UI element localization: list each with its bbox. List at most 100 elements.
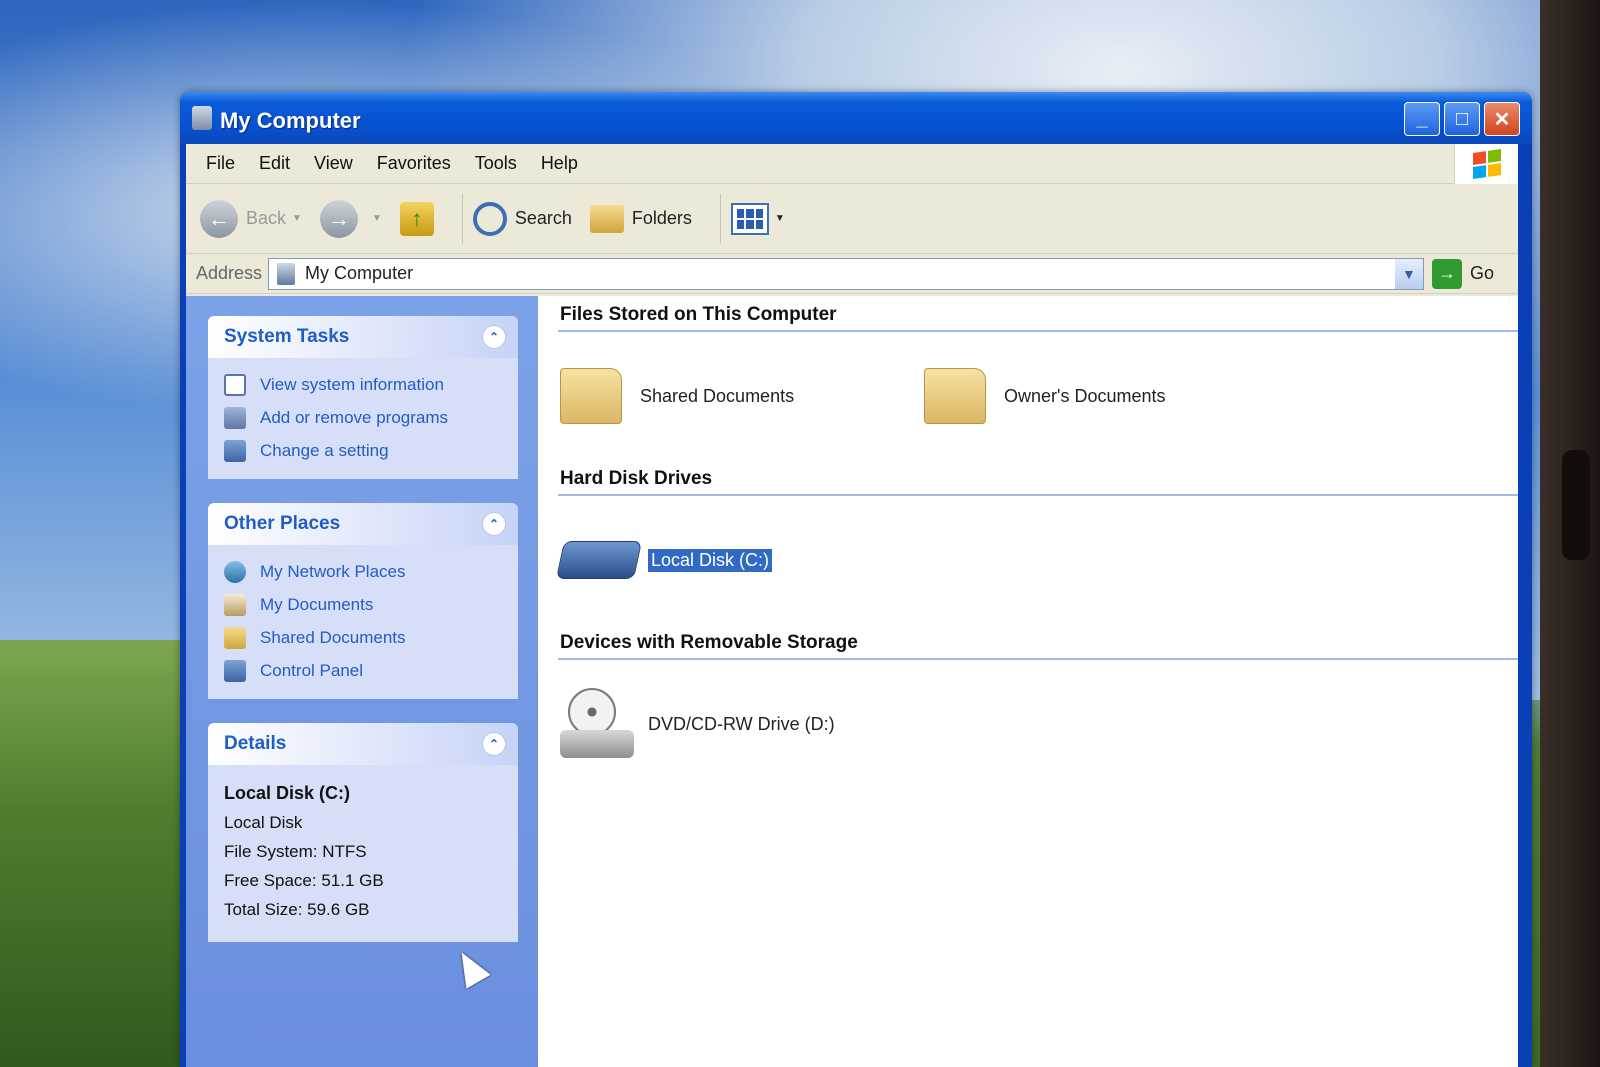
task-label: Change a setting <box>260 440 389 460</box>
task-label: View system information <box>260 374 444 394</box>
menu-view[interactable]: View <box>302 153 365 174</box>
task-add-remove-programs[interactable]: Add or remove programs <box>224 401 504 434</box>
item-label-selected: Local Disk (C:) <box>648 548 773 572</box>
item-local-disk-c[interactable]: Local Disk (C:) <box>555 541 924 579</box>
address-value: My Computer <box>305 263 414 283</box>
forward-button[interactable]: → ▼ <box>319 199 382 238</box>
task-view-system-info[interactable]: View system information <box>224 368 504 401</box>
folder-icon <box>924 368 986 424</box>
other-places-panel: Other Places ⌃ My Network Places My Docu… <box>208 503 518 699</box>
folders-label: Folders <box>631 208 692 228</box>
toolbar: ← Back ▼ → ▼ ↑ Search Folders ▼ <box>186 184 1518 254</box>
place-my-network-places[interactable]: My Network Places <box>224 555 504 588</box>
network-places-icon <box>224 560 246 583</box>
system-tasks-title: System Tasks <box>224 326 350 347</box>
address-input[interactable]: My Computer ▼ <box>268 257 1424 290</box>
group-files: Shared Documents Owner's Documents <box>560 332 1518 460</box>
details-free-space: Free Space: 51.1 GB <box>224 871 384 890</box>
title-bar[interactable]: My Computer _ □ ✕ <box>180 92 1532 144</box>
toolbar-separator <box>461 193 463 244</box>
group-header-files: Files Stored on This Computer <box>558 296 1518 332</box>
task-change-setting[interactable]: Change a setting <box>224 434 504 467</box>
details-item-name: Local Disk (C:) <box>224 783 351 803</box>
up-button[interactable]: ↑ <box>399 201 434 236</box>
task-pane: System Tasks ⌃ View system information A… <box>186 296 538 1067</box>
item-label: Owner's Documents <box>1004 385 1166 406</box>
system-tasks-panel: System Tasks ⌃ View system information A… <box>208 316 518 479</box>
monitor-bezel <box>1540 0 1600 1067</box>
group-removable: DVD/CD-RW Drive (D:) <box>560 660 1518 788</box>
group-header-hdd: Hard Disk Drives <box>558 460 1518 496</box>
folders-icon <box>589 204 624 233</box>
item-shared-documents[interactable]: Shared Documents <box>560 368 924 424</box>
task-label: Add or remove programs <box>260 407 449 427</box>
window-body: File Edit View Favorites Tools Help ← Ba… <box>186 144 1518 1067</box>
hard-disk-icon <box>555 541 643 579</box>
windows-logo-icon <box>1454 144 1518 184</box>
search-icon <box>472 201 507 236</box>
menu-help[interactable]: Help <box>529 153 590 174</box>
menu-bar: File Edit View Favorites Tools Help <box>186 144 1518 184</box>
search-label: Search <box>514 208 572 228</box>
item-dvd-drive-d[interactable]: DVD/CD-RW Drive (D:) <box>560 688 924 760</box>
toolbar-separator <box>719 193 721 244</box>
place-shared-documents[interactable]: Shared Documents <box>224 621 504 654</box>
back-label: Back <box>246 208 287 228</box>
place-control-panel[interactable]: Control Panel <box>224 654 504 687</box>
menu-favorites[interactable]: Favorites <box>365 153 463 174</box>
my-documents-icon <box>224 593 246 616</box>
file-list-pane: Files Stored on This Computer Shared Doc… <box>538 296 1518 1067</box>
place-my-documents[interactable]: My Documents <box>224 588 504 621</box>
item-owners-documents[interactable]: Owner's Documents <box>924 368 1288 424</box>
system-tasks-header[interactable]: System Tasks ⌃ <box>208 316 518 358</box>
details-header[interactable]: Details ⌃ <box>208 723 518 765</box>
menu-edit[interactable]: Edit <box>247 153 302 174</box>
collapse-chevron-icon[interactable]: ⌃ <box>482 512 506 536</box>
folders-button[interactable]: Folders <box>589 204 692 233</box>
views-button[interactable]: ▼ <box>730 202 785 235</box>
address-bar: Address My Computer ▼ → Go <box>186 254 1518 294</box>
back-dropdown-icon[interactable]: ▼ <box>292 213 302 224</box>
group-hdd: Local Disk (C:) <box>555 496 1518 624</box>
window-title: My Computer <box>220 108 361 133</box>
details-total-size: Total Size: 59.6 GB <box>224 900 370 919</box>
search-button[interactable]: Search <box>472 201 572 236</box>
collapse-chevron-icon[interactable]: ⌃ <box>482 325 506 349</box>
computer-icon <box>192 106 212 130</box>
place-label: My Documents <box>260 594 374 614</box>
close-button[interactable]: ✕ <box>1484 102 1520 136</box>
views-dropdown-icon[interactable]: ▼ <box>775 213 785 224</box>
back-button[interactable]: ← Back ▼ <box>200 199 302 238</box>
add-remove-programs-icon <box>224 406 246 429</box>
folder-icon <box>560 368 622 424</box>
back-arrow-icon: ← <box>200 199 238 238</box>
control-panel-icon <box>224 439 246 462</box>
go-button[interactable]: → Go <box>1431 258 1494 289</box>
go-arrow-icon: → <box>1431 258 1462 289</box>
menu-tools[interactable]: Tools <box>463 153 529 174</box>
folder-icon <box>224 626 246 649</box>
views-icon <box>730 202 769 235</box>
other-places-header[interactable]: Other Places ⌃ <box>208 503 518 545</box>
dvd-drive-icon <box>560 688 634 760</box>
details-file-system: File System: NTFS <box>224 842 367 861</box>
other-places-title: Other Places <box>224 513 341 534</box>
details-body: Local Disk (C:) Local Disk File System: … <box>208 765 518 942</box>
go-label: Go <box>1469 263 1494 283</box>
maximize-button[interactable]: □ <box>1444 102 1480 136</box>
system-info-icon <box>224 373 246 396</box>
forward-dropdown-icon[interactable]: ▼ <box>372 213 382 224</box>
place-label: Control Panel <box>260 660 364 680</box>
details-title: Details <box>224 733 287 754</box>
details-panel: Details ⌃ Local Disk (C:) Local Disk Fil… <box>208 723 518 942</box>
collapse-chevron-icon[interactable]: ⌃ <box>482 732 506 756</box>
control-panel-icon <box>224 659 246 682</box>
bezel-knob <box>1562 450 1590 560</box>
computer-icon <box>277 262 296 285</box>
address-dropdown-icon[interactable]: ▼ <box>1394 258 1423 289</box>
explorer-window: My Computer _ □ ✕ File Edit View Favorit… <box>180 92 1532 1067</box>
content-area: System Tasks ⌃ View system information A… <box>186 296 1518 1067</box>
menu-file[interactable]: File <box>194 153 247 174</box>
minimize-button[interactable]: _ <box>1404 102 1440 136</box>
forward-arrow-icon: → <box>319 199 358 238</box>
